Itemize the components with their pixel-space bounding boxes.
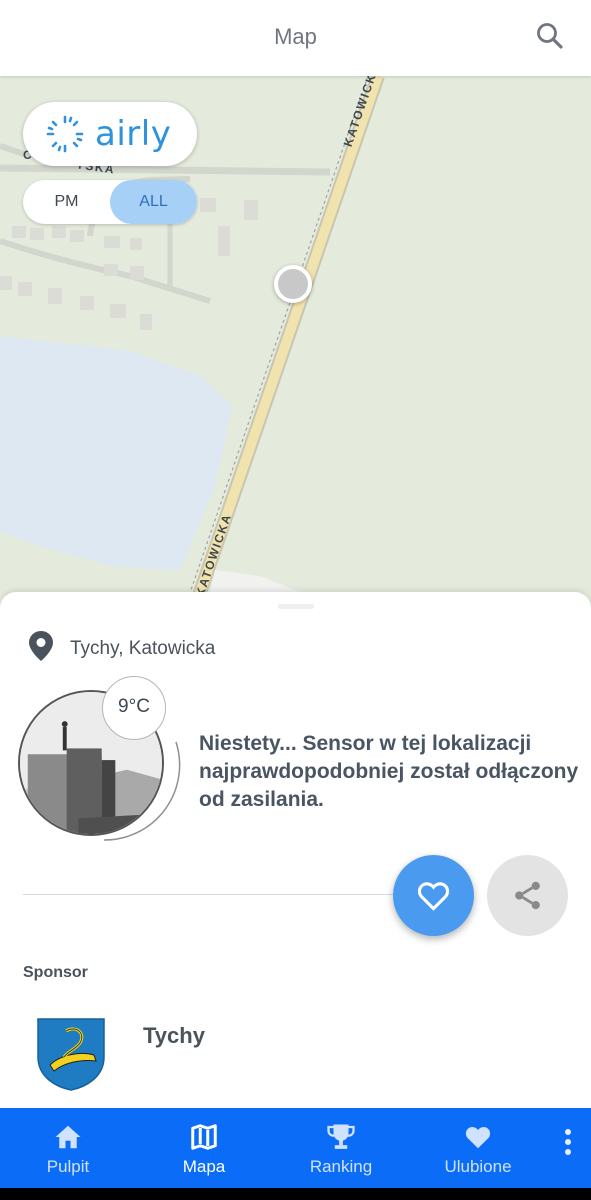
nav-label: Ulubione [444, 1157, 512, 1176]
share-icon [515, 881, 540, 910]
temperature-badge: 9°C [102, 676, 166, 740]
heart-outline-icon [417, 882, 450, 911]
toggle-pm-button[interactable]: PM [23, 180, 110, 224]
airly-sun-icon [46, 115, 84, 153]
brand-name: airly [95, 114, 172, 154]
map-view[interactable]: KATOWICKA KATOWICKA C YSKA airly PM ALL [0, 76, 591, 616]
nav-item-pulpit[interactable]: Pulpit [13, 1108, 123, 1188]
bottom-navigation: Pulpit Mapa Ranking Ulubione [0, 1108, 591, 1188]
share-button[interactable] [487, 855, 568, 936]
nav-label: Pulpit [46, 1157, 90, 1176]
airly-logo: airly [23, 102, 197, 166]
sheet-drag-handle[interactable] [278, 604, 314, 609]
home-icon [55, 1125, 81, 1149]
nav-label: Mapa [182, 1157, 226, 1176]
tychy-coat-of-arms-icon [37, 1018, 105, 1091]
top-app-bar: Map [0, 0, 591, 76]
nav-item-mapa[interactable]: Mapa [149, 1108, 259, 1188]
more-vert-icon[interactable] [556, 1124, 580, 1160]
sensor-details-sheet: Tychy, Katowicka 9°C Niestety... Sensor … [0, 592, 591, 1112]
pm-all-toggle: PM ALL [23, 180, 197, 224]
sensor-status-message: Niestety... Sensor w tej lokalizacji naj… [199, 732, 579, 811]
nav-label: Ranking [309, 1157, 373, 1176]
map-icon [191, 1124, 217, 1150]
system-navigation-bar [0, 1188, 591, 1200]
trophy-icon [327, 1124, 355, 1149]
nav-item-ulubione[interactable]: Ulubione [423, 1108, 533, 1188]
search-button[interactable] [528, 14, 572, 58]
search-icon [537, 23, 563, 49]
location-name: Tychy, Katowicka [70, 638, 216, 659]
heart-icon [465, 1127, 491, 1149]
sensor-photo: 9°C [16, 676, 186, 842]
location-pin-icon [29, 631, 53, 661]
sponsor-name: Tychy [143, 1023, 205, 1048]
nav-item-ranking[interactable]: Ranking [286, 1108, 396, 1188]
divider [23, 894, 403, 895]
toggle-all-button[interactable]: ALL [110, 180, 197, 224]
sensor-marker[interactable] [274, 265, 312, 303]
sponsor-heading: Sponsor [23, 964, 88, 981]
favorite-button[interactable] [393, 855, 474, 936]
page-title: Map [274, 24, 317, 49]
